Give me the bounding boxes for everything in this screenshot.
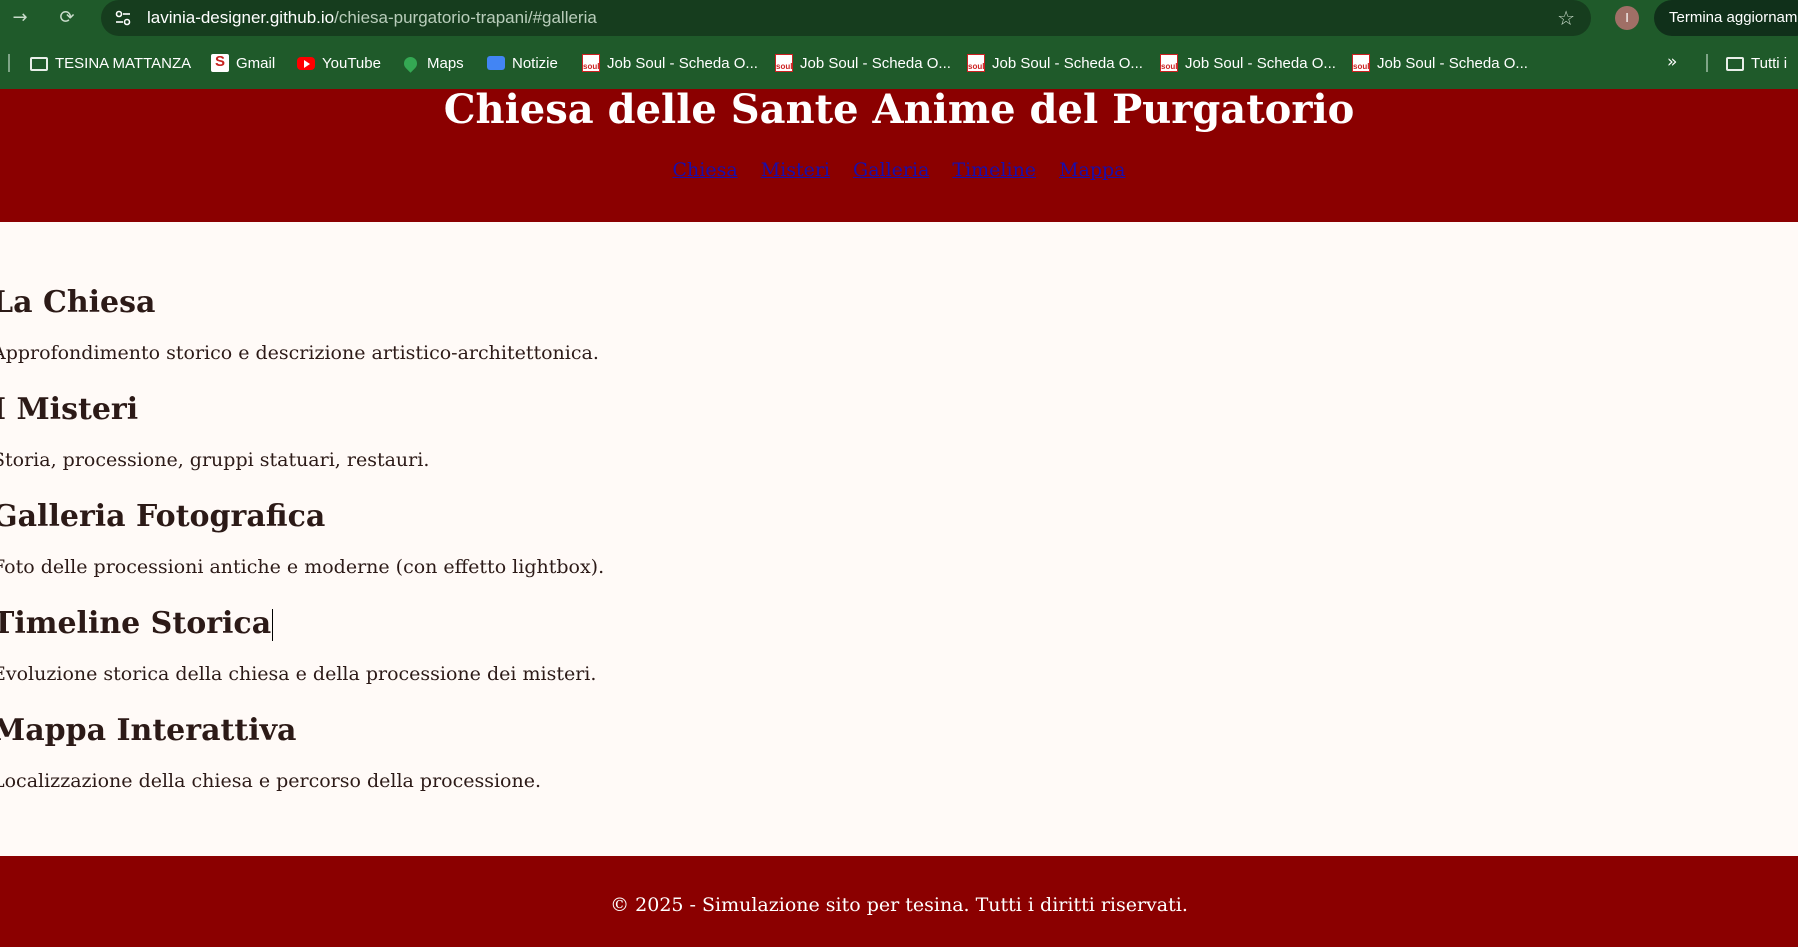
- section-galleria: Galleria Fotografica Foto delle processi…: [0, 499, 604, 578]
- bookmark-label: Gmail: [236, 54, 276, 72]
- section-timeline: Timeline Storica Evoluzione storica dell…: [0, 606, 596, 685]
- main-nav: Chiesa Misteri Galleria Timeline Mappa: [0, 158, 1798, 182]
- bookmarks-divider: [8, 54, 10, 72]
- nav-link-misteri[interactable]: Misteri: [761, 158, 830, 182]
- text-cursor: [272, 609, 274, 641]
- bookmark-label: Job Soul - Scheda O...: [800, 54, 951, 72]
- profile-avatar[interactable]: I: [1615, 6, 1639, 30]
- bookmark-job-soul-3[interactable]: Job Soul - Scheda O...: [967, 51, 1143, 75]
- url-path: /chiesa-purgatorio-trapani/#galleria: [334, 8, 597, 27]
- nav-link-galleria[interactable]: Galleria: [853, 158, 929, 182]
- bookmark-label: Maps: [427, 54, 464, 72]
- nav-link-timeline[interactable]: Timeline: [952, 158, 1036, 182]
- section-heading: Mappa Interattiva: [0, 713, 297, 748]
- section-text: Evoluzione storica della chiesa e della …: [0, 663, 597, 685]
- section-heading: Galleria Fotografica: [0, 499, 326, 534]
- section-heading-text: Timeline Storica: [0, 606, 272, 641]
- url-text[interactable]: lavinia-designer.github.io/chiesa-purgat…: [147, 8, 597, 28]
- bookmarks-divider: [1706, 54, 1708, 72]
- reload-icon[interactable]: ⟳: [55, 6, 79, 30]
- bookmark-maps[interactable]: Maps: [401, 51, 464, 75]
- site-title: Chiesa delle Sante Anime del Purgatorio: [443, 86, 1355, 133]
- section-text: Storia, processione, gruppi statuari, re…: [0, 449, 430, 471]
- news-icon: [487, 56, 505, 70]
- footer-text: © 2025 - Simulazione sito per tesina. Tu…: [610, 894, 1188, 916]
- bookmark-job-soul-2[interactable]: Job Soul - Scheda O...: [775, 51, 951, 75]
- gmail-icon: [211, 53, 229, 72]
- bookmark-label: Tutti i: [1751, 54, 1788, 72]
- section-heading: Timeline Storica: [0, 606, 274, 642]
- nav-link-mappa[interactable]: Mappa: [1059, 158, 1125, 182]
- bookmark-notizie[interactable]: Notizie: [487, 51, 558, 75]
- bookmark-label: Job Soul - Scheda O...: [1185, 54, 1336, 72]
- section-mappa: Mappa Interattiva Localizzazione della c…: [0, 713, 541, 792]
- soul-icon: [582, 54, 600, 72]
- section-text: Localizzazione della chiesa e percorso d…: [0, 770, 542, 792]
- bookmark-job-soul-4[interactable]: Job Soul - Scheda O...: [1160, 51, 1336, 75]
- bookmark-label: Job Soul - Scheda O...: [607, 54, 758, 72]
- address-bar[interactable]: lavinia-designer.github.io/chiesa-purgat…: [101, 0, 1591, 36]
- bookmark-star-icon[interactable]: ☆: [1557, 6, 1575, 30]
- soul-icon: [775, 54, 793, 72]
- bookmark-youtube[interactable]: YouTube: [297, 51, 381, 75]
- update-button[interactable]: Termina aggiornam: [1654, 0, 1798, 36]
- section-misteri: I Misteri Storia, processione, gruppi st…: [0, 392, 429, 471]
- url-host: lavinia-designer.github.io: [147, 8, 335, 27]
- site-header: Chiesa delle Sante Anime del Purgatorio …: [0, 89, 1798, 222]
- section-text: Foto delle processioni antiche e moderne…: [0, 556, 605, 578]
- soul-icon: [1160, 54, 1178, 72]
- folder-icon: [1726, 57, 1744, 71]
- browser-chrome: → ⟳ lavinia-designer.github.io/chiesa-pu…: [0, 0, 1798, 89]
- youtube-icon: [297, 56, 315, 70]
- more-bookmarks-icon[interactable]: »: [1667, 52, 1677, 72]
- bookmark-label: Job Soul - Scheda O...: [992, 54, 1143, 72]
- bookmark-tesina-mattanza[interactable]: TESINA MATTANZA: [30, 51, 191, 75]
- site-info-icon[interactable]: [113, 8, 133, 28]
- site-footer: © 2025 - Simulazione sito per tesina. Tu…: [0, 856, 1798, 947]
- bookmark-label: TESINA MATTANZA: [55, 54, 192, 72]
- browser-toolbar: → ⟳ lavinia-designer.github.io/chiesa-pu…: [0, 0, 1798, 36]
- section-heading: I Misteri: [0, 392, 139, 427]
- main-content: La Chiesa Approfondimento storico e desc…: [0, 222, 1798, 856]
- section-heading: La Chiesa: [0, 285, 156, 320]
- bookmark-label: YouTube: [322, 54, 381, 72]
- forward-icon[interactable]: →: [8, 6, 32, 30]
- bookmark-label: Notizie: [512, 54, 558, 72]
- bookmark-job-soul-5[interactable]: Job Soul - Scheda O...: [1352, 51, 1528, 75]
- bookmark-gmail[interactable]: Gmail: [211, 51, 275, 75]
- bookmarks-bar: TESINA MATTANZA Gmail YouTube Maps Notiz…: [0, 48, 1798, 78]
- section-chiesa: La Chiesa Approfondimento storico e desc…: [0, 285, 599, 364]
- folder-icon: [30, 57, 48, 71]
- maps-icon: [401, 53, 420, 73]
- section-text: Approfondimento storico e descrizione ar…: [0, 342, 599, 364]
- soul-icon: [1352, 54, 1370, 72]
- nav-link-chiesa[interactable]: Chiesa: [673, 158, 738, 182]
- bookmark-job-soul-1[interactable]: Job Soul - Scheda O...: [582, 51, 758, 75]
- bookmark-label: Job Soul - Scheda O...: [1377, 54, 1528, 72]
- soul-icon: [967, 54, 985, 72]
- all-bookmarks-folder[interactable]: Tutti i: [1726, 51, 1787, 75]
